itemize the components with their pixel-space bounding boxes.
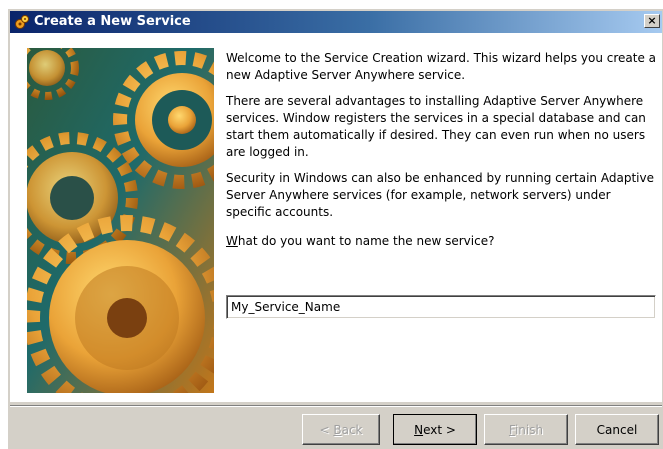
question-accelerator: W	[226, 234, 238, 248]
back-accelerator: B	[333, 422, 342, 437]
back-button[interactable]: < Back	[302, 414, 380, 445]
question-text: hat do you want to name the new service?	[237, 234, 495, 248]
wizard-text: Welcome to the Service Creation wizard. …	[226, 50, 658, 250]
next-button[interactable]: Next >	[393, 414, 477, 445]
create-service-dialog: Create a New Service × Welcome to the Se…	[7, 8, 663, 449]
next-label: ext >	[423, 422, 456, 437]
back-label: ack	[341, 422, 363, 437]
service-name-label: What do you want to name the new service…	[226, 233, 658, 250]
next-accelerator: N	[414, 422, 424, 437]
back-prefix: <	[319, 422, 334, 437]
welcome-paragraph: Welcome to the Service Creation wizard. …	[226, 51, 657, 82]
window-title: Create a New Service	[34, 14, 191, 29]
service-name-input[interactable]	[226, 295, 656, 319]
finish-button[interactable]: Finish	[484, 414, 568, 445]
close-icon: ×	[647, 14, 657, 27]
close-button[interactable]: ×	[644, 14, 660, 28]
gears-illustration	[27, 48, 214, 393]
button-separator	[10, 405, 662, 407]
wizard-content-panel: Welcome to the Service Creation wizard. …	[10, 33, 662, 402]
security-paragraph: Security in Windows can also be enhanced…	[226, 171, 654, 219]
gears-icon	[15, 15, 29, 29]
advantages-paragraph: There are several advantages to installi…	[226, 94, 646, 159]
cancel-button[interactable]: Cancel	[575, 414, 659, 445]
title-bar[interactable]: Create a New Service ×	[10, 11, 662, 33]
finish-label: inish	[514, 422, 544, 437]
cancel-label: Cancel	[596, 422, 638, 437]
